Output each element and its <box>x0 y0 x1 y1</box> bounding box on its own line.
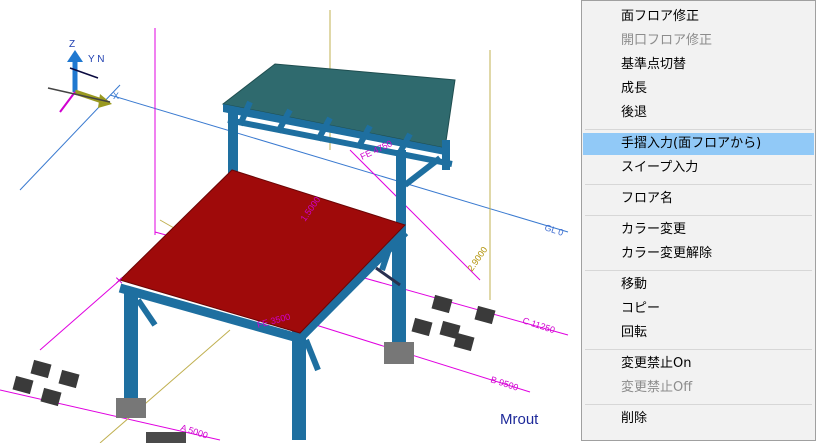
axis-label-y: Y N <box>88 54 105 65</box>
menu-item[interactable]: 後退 <box>583 102 814 124</box>
menu-item[interactable]: 移動 <box>583 274 814 296</box>
menu-item[interactable]: カラー変更 <box>583 219 814 241</box>
menu-item[interactable]: コピー <box>583 298 814 320</box>
axis-triad: Z Y N X <box>47 39 119 113</box>
menu-item[interactable]: 成長 <box>583 78 814 100</box>
menu-item[interactable]: 変更禁止On <box>583 353 814 375</box>
menu-item: 開口フロア修正 <box>621 33 713 48</box>
axis-label-z: Z <box>69 39 75 50</box>
menu-separator <box>585 184 812 185</box>
context-menu: 面フロア修正開口フロア修正基準点切替 成長 後退手摺入力(面フロアから) スイープ入力… <box>581 0 816 441</box>
menu-item[interactable]: カラー変更解除 <box>583 243 814 265</box>
origin-marker: × <box>115 272 123 288</box>
grid-label-gl: GL 0 <box>543 222 564 237</box>
status-text: Mrout <box>500 411 539 428</box>
menu-item[interactable]: 回転 <box>583 322 814 344</box>
grid-line-olive-2 <box>99 329 231 443</box>
grid-label-c: C 11250 <box>521 315 556 335</box>
menu-separator <box>585 129 812 130</box>
menu-separator <box>585 404 812 405</box>
red-floor-panel <box>119 169 406 334</box>
menu-item[interactable]: 面フロア修正 <box>583 6 814 28</box>
menu-item[interactable]: 手摺入力(面フロアから) <box>583 133 814 155</box>
menu-separator <box>585 215 812 216</box>
grid-line-magenta-diag <box>39 279 121 351</box>
dim-label-2-9000: 2.9000 <box>465 245 489 273</box>
menu-item[interactable]: スイープ入力 <box>583 157 814 179</box>
axis-label-x: X <box>113 91 119 101</box>
menu-item[interactable]: 基準点切替 <box>583 54 814 76</box>
menu-separator <box>585 270 812 271</box>
steel-structure[interactable] <box>116 63 456 443</box>
menu-separator <box>585 349 812 350</box>
menu-item[interactable]: フロア名 <box>583 188 814 210</box>
menu-item[interactable]: 削除 <box>583 408 814 430</box>
grid-label-b: B 9500 <box>489 374 519 392</box>
upper-roof-panel <box>221 63 456 149</box>
menu-item: 変更禁止Off <box>621 380 693 395</box>
